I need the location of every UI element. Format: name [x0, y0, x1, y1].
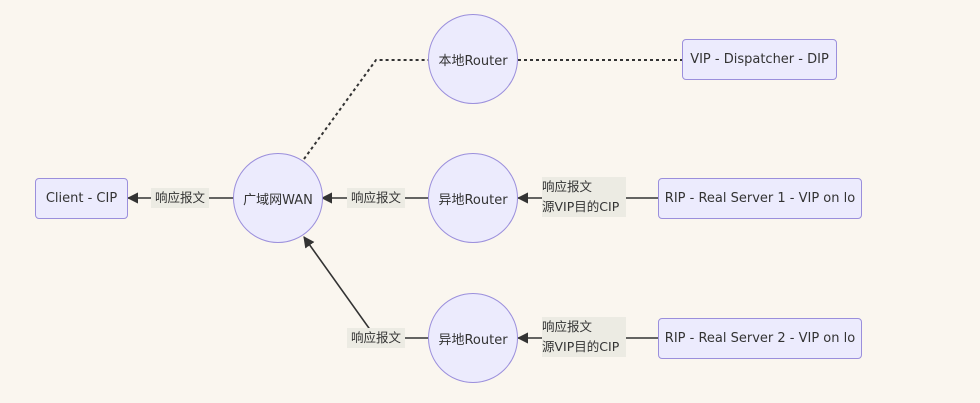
edge-label-router1-wan: 响应报文: [347, 188, 405, 208]
real-server-2-node[interactable]: RIP - Real Server 2 - VIP on lo: [658, 318, 862, 359]
edge-wan-local-router: [303, 59, 430, 160]
edge-label-line: 源VIP目的CIP: [542, 199, 620, 214]
edge-label-line: 响应报文: [542, 179, 593, 194]
edge-label-line: 响应报文: [542, 319, 593, 334]
remote-router-1-node[interactable]: 异地Router: [428, 153, 518, 243]
wan-node[interactable]: 广域网WAN: [233, 153, 323, 243]
edge-label-line: 源VIP目的CIP: [542, 339, 620, 354]
local-router-node[interactable]: 本地Router: [428, 14, 518, 104]
remote-router-2-node[interactable]: 异地Router: [428, 293, 518, 383]
dispatcher-node[interactable]: VIP - Dispatcher - DIP: [682, 39, 837, 80]
edge-label-rs2-router2: 响应报文 源VIP目的CIP: [542, 317, 626, 357]
real-server-1-node[interactable]: RIP - Real Server 1 - VIP on lo: [658, 178, 862, 219]
edge-label-rs1-router1: 响应报文 源VIP目的CIP: [542, 177, 626, 217]
edge-label-wan-client: 响应报文: [151, 188, 209, 208]
edge-router2-wan: [303, 236, 430, 339]
client-node[interactable]: Client - CIP: [35, 178, 128, 219]
edge-label-router2-wan: 响应报文: [347, 328, 405, 348]
diagram-canvas: Client - CIP 广域网WAN 本地Router VIP - Dispa…: [0, 0, 980, 403]
